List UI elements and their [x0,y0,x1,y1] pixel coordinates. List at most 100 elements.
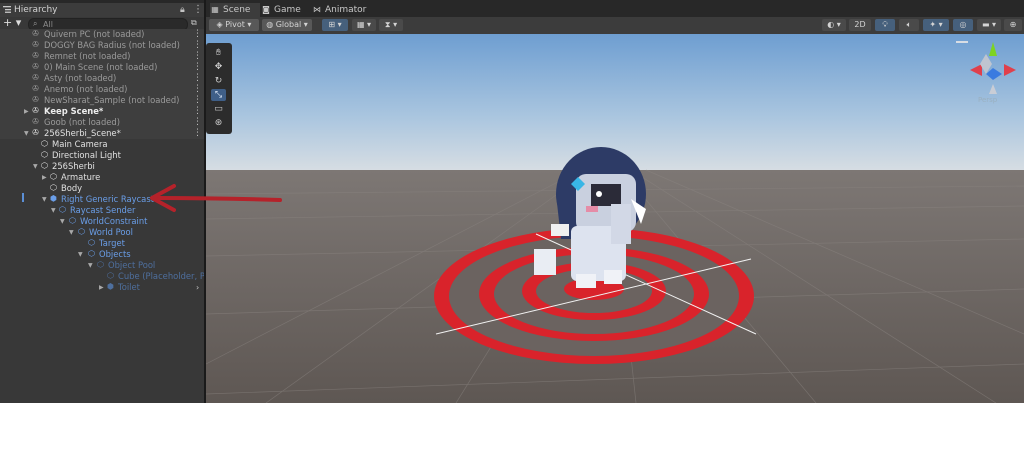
list-item-label: Asty (not loaded) [44,73,117,83]
rotate-icon: ↻ [214,76,223,86]
more-options-icon[interactable]: ⋮ [193,40,202,51]
tab-animator[interactable]: ⋈ Animator [312,3,372,17]
expand-arrow-icon[interactable]: ▶ [24,106,29,117]
list-item[interactable]: ▼ ⬡ 256Sherbi [0,161,204,172]
annotation-arrow-icon [150,184,282,212]
gameobject-cube-icon: ⬡ [41,150,48,159]
list-item-label: Objects [99,249,131,259]
pivot-dropdown[interactable]: ◈ Pivot ▾ [209,19,259,31]
camera-settings-dropdown[interactable]: ▬ ▾ [977,19,1001,31]
transform-tool-button[interactable]: ⊛ [211,117,226,129]
collapse-arrow-icon[interactable]: ▼ [42,194,47,205]
collapse-arrow-icon[interactable]: ▼ [51,205,56,216]
scene-tab-bar: ▦ Scene ◙ Game ⋈ Animator [206,0,1024,17]
scene-icon: ✇ [32,128,39,137]
hand-tool-button[interactable]: ✋︎ [211,47,226,59]
scene-visibility-toggle[interactable]: ◎ [953,19,973,31]
collapse-arrow-icon[interactable]: ▼ [33,161,38,172]
more-options-icon[interactable]: ⋮ [193,106,202,117]
list-item[interactable]: ✇ Asty (not loaded) ⋮ [0,73,204,84]
global-dropdown[interactable]: ◍ Global ▾ [262,19,312,31]
collapse-arrow-icon[interactable]: ▼ [88,260,93,271]
audio-toggle[interactable]: 🔈︎ [899,19,919,31]
prefab-cube-icon: ⬡ [69,216,76,225]
global-label: Global [275,20,302,29]
list-item[interactable]: ▼ ✇ 256Sherbi_Scene* ⋮ [0,128,204,139]
collapse-arrow-icon[interactable]: ▼ [60,216,65,227]
list-item[interactable]: ▼ ⬡ World Pool [0,227,204,238]
toggle-2d-button[interactable]: 2D [849,19,871,31]
list-item[interactable]: ✇ Anemo (not loaded) ⋮ [0,84,204,95]
list-item-label: Directional Light [52,150,121,160]
effects-dropdown[interactable]: ✦ ▾ [923,19,949,31]
list-item-label: Target [99,238,125,248]
more-options-icon[interactable]: ⋮ [193,29,202,40]
list-item[interactable]: ▶ ⬢ Toilet › [0,282,204,293]
list-item[interactable]: ⬡ Cube (Placeholder, Pla [0,271,204,282]
list-item[interactable]: ✇ NewSharat_Sample (not loaded) ⋮ [0,95,204,106]
gameobject-cube-icon: ⬡ [41,139,48,148]
more-options-icon[interactable]: ⋮ [193,95,202,106]
list-item[interactable]: ✇ Goob (not loaded) ⋮ [0,117,204,128]
list-item[interactable]: ✇ 0) Main Scene (not loaded) ⋮ [0,62,204,73]
tab-scene[interactable]: ▦ Scene [210,3,260,17]
move-arrows-icon: ✥ [214,62,223,72]
list-item-label: Quivern PC (not loaded) [44,29,145,39]
collapse-arrow-icon[interactable]: ▼ [78,249,83,260]
grid-visibility-toggle[interactable]: ▦ ▾ [352,19,376,31]
more-options-icon[interactable]: ⋮ [193,84,202,95]
expand-arrow-icon[interactable]: ▶ [99,282,104,293]
rotate-tool-button[interactable]: ↻ [211,75,226,87]
collapse-arrow-icon[interactable]: ▼ [24,128,29,139]
list-item[interactable]: ⬡ Target [0,238,204,249]
list-item[interactable]: ▼ ⬡ Objects [0,249,204,260]
list-item-label: Body [61,183,83,193]
move-tool-button[interactable]: ✥ [211,61,226,73]
expand-arrow-icon[interactable]: ▶ [42,172,47,183]
hierarchy-tab[interactable]: Hierarchy 🔒︎ ⋮ [0,3,204,17]
more-options-icon[interactable]: ⋮ [193,117,202,128]
list-item[interactable]: ✇ DOGGY BAG Radius (not loaded) ⋮ [0,40,204,51]
tab-scene-label: Scene [223,5,251,15]
list-item[interactable]: ▶ ✇ Keep Scene* ⋮ [0,106,204,117]
list-item[interactable]: ⬡ Directional Light [0,150,204,161]
grid-snap-toggle[interactable]: ⊞ ▾ [322,19,348,31]
scene-icon: ✇ [32,117,39,126]
increment-snap-toggle[interactable]: ⧗ ▾ [379,19,403,31]
list-item[interactable]: ⬡ Main Camera [0,139,204,150]
hand-icon: ✋︎ [215,48,222,58]
grid-icon: ▦ ▾ [356,20,372,29]
scale-tool-button[interactable]: ⤡ [211,89,226,101]
lighting-toggle[interactable]: 💡︎ [875,19,895,31]
list-item-label: DOGGY BAG Radius (not loaded) [44,40,180,50]
chevron-right-icon[interactable]: › [196,282,199,293]
search-icon: ⌕ [33,19,38,28]
list-item-label: Toilet [118,282,140,292]
tab-game[interactable]: ◙ Game [261,3,311,17]
list-item[interactable]: ✇ Remnet (not loaded) ⋮ [0,51,204,62]
more-options-icon[interactable]: ⋮ [193,51,202,62]
list-item[interactable]: ▼ ⬡ Object Pool [0,260,204,271]
draw-mode-dropdown[interactable]: ◐ ▾ [822,19,846,31]
gizmo-options-icon[interactable] [956,41,968,43]
gamepad-icon: ◙ [262,5,270,14]
scene-viewport[interactable] [206,34,1024,403]
perspective-label[interactable]: Persp [978,96,997,104]
add-object-button[interactable]: + ▾ [3,17,21,29]
prefab-variant-icon: ⬢ [107,282,114,291]
gizmos-dropdown[interactable]: ⊕ [1004,19,1022,31]
animator-icon: ⋈ [313,5,321,14]
grid-snap-icon: ⊞ ▾ [328,20,342,29]
more-options-icon[interactable]: ⋮ [193,128,202,139]
collapse-arrow-icon[interactable]: ▼ [69,227,74,238]
more-options-icon[interactable]: ⋮ [193,73,202,84]
scene-options-icon[interactable]: ⧉ [191,18,197,28]
rect-tool-button[interactable]: ▭ [211,103,226,115]
list-item[interactable]: ✇ Quivern PC (not loaded) ⋮ [0,29,204,40]
more-options-icon[interactable]: ⋮ [193,4,203,15]
lock-icon[interactable]: 🔒︎ [180,5,185,15]
list-item-label: Anemo (not loaded) [44,84,128,94]
list-item-label: Cube (Placeholder, Pla [118,271,204,281]
prefab-cube-icon: ⬡ [107,271,114,280]
more-options-icon[interactable]: ⋮ [193,62,202,73]
